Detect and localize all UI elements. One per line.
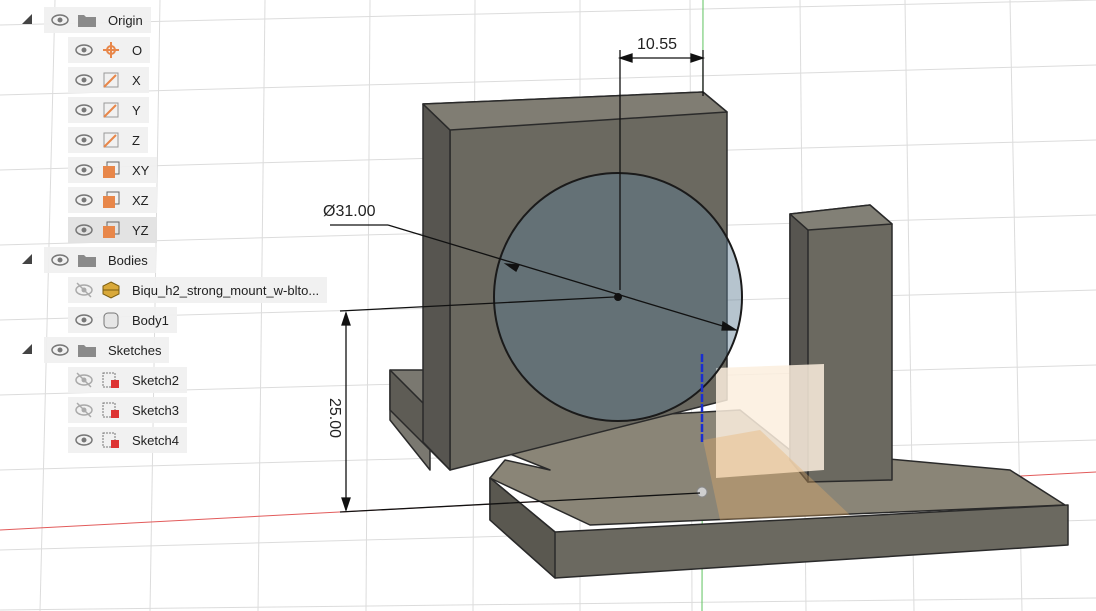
folder-origin-label: Origin bbox=[108, 12, 143, 28]
origin-item-yz[interactable]: YZ bbox=[68, 217, 157, 243]
eye-icon[interactable] bbox=[50, 10, 72, 30]
origin-item-label: XY bbox=[132, 162, 150, 178]
eye-icon[interactable] bbox=[74, 190, 96, 210]
eye-icon[interactable] bbox=[74, 70, 96, 90]
body-item-label: Biqu_h2_strong_mount_w-blto... bbox=[132, 282, 320, 298]
eye-icon[interactable] bbox=[74, 310, 96, 330]
folder-icon bbox=[76, 340, 98, 360]
eye-icon[interactable] bbox=[74, 220, 96, 240]
eye-hidden-icon[interactable] bbox=[74, 370, 96, 390]
origin-item-xy[interactable]: XY bbox=[68, 157, 158, 183]
origin-point[interactable] bbox=[696, 486, 708, 498]
dimension-width-value[interactable]: 10.55 bbox=[637, 36, 677, 54]
mesh-body-icon bbox=[100, 280, 122, 300]
origin-item-xz[interactable]: XZ bbox=[68, 187, 157, 213]
sketch-item-sketch2[interactable]: Sketch2 bbox=[68, 367, 187, 393]
folder-bodies-label: Bodies bbox=[108, 252, 148, 268]
body-item-label: Body1 bbox=[132, 312, 169, 328]
eye-icon[interactable] bbox=[50, 250, 72, 270]
origin-item-label: X bbox=[132, 72, 141, 88]
collapse-triangle-sketches[interactable] bbox=[20, 342, 34, 356]
origin-item-label: Y bbox=[132, 102, 141, 118]
origin-item-y[interactable]: Y bbox=[68, 97, 149, 123]
plane-icon bbox=[100, 220, 122, 240]
plane-icon bbox=[100, 160, 122, 180]
eye-icon[interactable] bbox=[74, 40, 96, 60]
folder-icon bbox=[76, 10, 98, 30]
eye-hidden-icon[interactable] bbox=[74, 400, 96, 420]
sketch-icon bbox=[100, 400, 122, 420]
axis-icon bbox=[100, 100, 122, 120]
sketch-item-sketch3[interactable]: Sketch3 bbox=[68, 397, 187, 423]
origin-item-label: XZ bbox=[132, 192, 149, 208]
origin-item-o[interactable]: O bbox=[68, 37, 151, 63]
eye-hidden-icon[interactable] bbox=[74, 280, 96, 300]
sketch-icon bbox=[100, 370, 122, 390]
plane-icon bbox=[100, 190, 122, 210]
folder-sketches-label: Sketches bbox=[108, 342, 162, 358]
collapse-triangle-bodies[interactable] bbox=[20, 252, 34, 266]
eye-icon[interactable] bbox=[74, 430, 96, 450]
folder-origin[interactable]: Origin bbox=[44, 7, 151, 33]
origin-item-label: YZ bbox=[132, 222, 149, 238]
sketch-item-label: Sketch4 bbox=[132, 432, 179, 448]
origin-item-label: Z bbox=[132, 132, 140, 148]
body-item-biqu-mount[interactable]: Biqu_h2_strong_mount_w-blto... bbox=[68, 277, 328, 303]
sketch-icon bbox=[100, 430, 122, 450]
axis-icon bbox=[100, 130, 122, 150]
axis-icon bbox=[100, 70, 122, 90]
folder-bodies[interactable]: Bodies bbox=[44, 247, 156, 273]
folder-icon bbox=[76, 250, 98, 270]
origin-point-icon bbox=[100, 40, 122, 60]
origin-item-x[interactable]: X bbox=[68, 67, 149, 93]
solid-body-icon bbox=[100, 310, 122, 330]
sketch-item-sketch4[interactable]: Sketch4 bbox=[68, 427, 187, 453]
collapse-triangle-origin[interactable] bbox=[20, 12, 34, 26]
origin-item-label: O bbox=[132, 42, 143, 58]
origin-item-z[interactable]: Z bbox=[68, 127, 148, 153]
eye-icon[interactable] bbox=[74, 100, 96, 120]
eye-icon[interactable] bbox=[50, 340, 72, 360]
eye-icon[interactable] bbox=[74, 130, 96, 150]
folder-sketches[interactable]: Sketches bbox=[44, 337, 170, 363]
body-item-body1[interactable]: Body1 bbox=[68, 307, 177, 333]
browser-tree: Origin O X Y Z XY XZ YZ Bodies Biqu_h2_s… bbox=[0, 0, 360, 470]
eye-icon[interactable] bbox=[74, 160, 96, 180]
sketch-item-label: Sketch2 bbox=[132, 372, 179, 388]
sketch-item-label: Sketch3 bbox=[132, 402, 179, 418]
